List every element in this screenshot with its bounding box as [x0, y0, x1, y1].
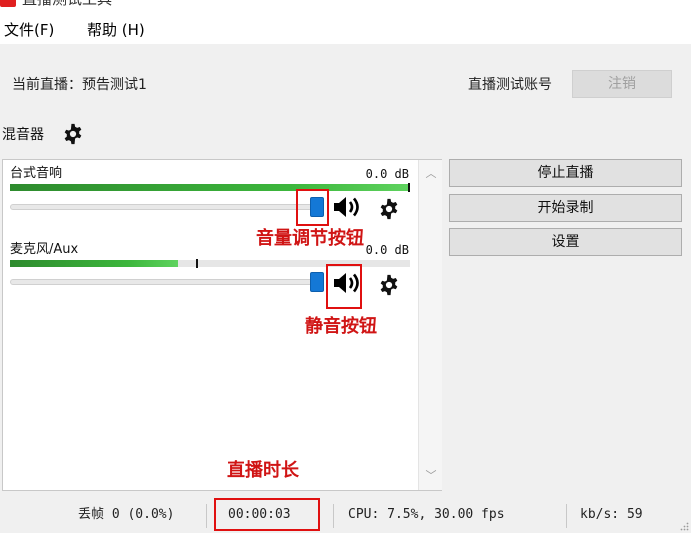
- scroll-up-icon[interactable]: ︿: [419, 164, 443, 184]
- settings-button[interactable]: 设置: [449, 228, 682, 256]
- track-db-desktop: 0.0 dB: [365, 167, 409, 181]
- volume-annotation-label: 音量调节按钮: [256, 228, 364, 249]
- logout-button[interactable]: 注销: [572, 70, 672, 98]
- meter-fill: [10, 184, 410, 191]
- gear-icon[interactable]: [378, 198, 400, 220]
- dropped-frames: 丢帧 0 (0.0%): [78, 507, 175, 522]
- main-area: 当前直播：预告测试1 直播测试账号 注销 混音器 台式音响 0.0 dB 麦克风…: [0, 44, 691, 533]
- track-db-mic: 0.0 dB: [365, 243, 409, 257]
- menu-bar: 文件(F) 帮助 (H): [0, 14, 691, 44]
- speaker-icon[interactable]: [332, 194, 362, 220]
- status-divider: [206, 504, 207, 528]
- track-name-desktop: 台式音响: [10, 166, 63, 181]
- current-stream-label: 当前直播：预告测试1: [12, 77, 147, 93]
- status-divider: [333, 504, 334, 528]
- cpu-fps: CPU: 7.5%, 30.00 fps: [348, 507, 505, 522]
- volume-slider-desktop[interactable]: [10, 204, 320, 210]
- account-label: 直播测试账号: [468, 77, 552, 93]
- resize-grip-icon[interactable]: [679, 521, 689, 531]
- scroll-down-icon[interactable]: ﹀: [419, 466, 443, 486]
- mixer-scrollbar[interactable]: ︿ ﹀: [418, 160, 442, 490]
- menu-help[interactable]: 帮助 (H): [87, 20, 145, 40]
- mute-annotation-box: [326, 264, 362, 309]
- app-logo-icon: [0, 0, 16, 7]
- volume-slider-mic[interactable]: [10, 279, 320, 285]
- mute-annotation-label: 静音按钮: [305, 316, 377, 337]
- mixer-title: 混音器: [2, 127, 44, 143]
- volume-slider-handle[interactable]: [310, 272, 324, 292]
- status-divider: [566, 504, 567, 528]
- title-bar: 直播测试工具: [0, 0, 691, 10]
- meter-peak: [196, 259, 198, 268]
- duration-annotation-label: 直播时长: [227, 460, 299, 481]
- start-recording-button[interactable]: 开始录制: [449, 194, 682, 222]
- menu-file[interactable]: 文件(F): [4, 20, 54, 40]
- bitrate: kb/s: 59: [580, 507, 643, 522]
- window-title: 直播测试工具: [22, 0, 112, 8]
- volume-annotation-box: [296, 189, 329, 226]
- meter-peak: [408, 183, 410, 192]
- gear-icon[interactable]: [378, 274, 400, 296]
- volume-meter-desktop: [10, 183, 410, 192]
- mixer-gear-icon[interactable]: [62, 123, 84, 145]
- stop-stream-button[interactable]: 停止直播: [449, 159, 682, 187]
- meter-fill: [10, 260, 178, 267]
- status-bar: 丢帧 0 (0.0%) 00:00:03 CPU: 7.5%, 30.00 fp…: [0, 498, 691, 533]
- stream-duration: 00:00:03: [228, 507, 291, 522]
- track-name-mic: 麦克风/Aux: [10, 242, 79, 257]
